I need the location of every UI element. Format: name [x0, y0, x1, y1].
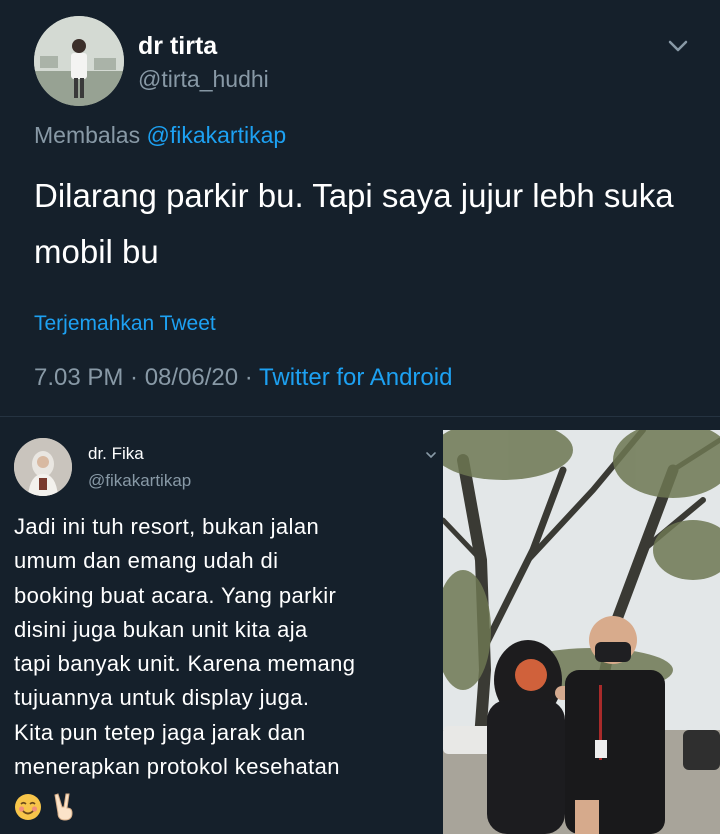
screenshot-collage: dr tirta @tirta_hudhi Membalas @fikakart… — [0, 0, 720, 834]
divider — [0, 416, 720, 417]
tweet-text-line: tapi banyak unit. Karena memang — [14, 651, 356, 677]
reply-prefix: Membalas — [34, 122, 147, 148]
author-handle[interactable]: @fikakartikap — [88, 471, 191, 491]
main-tweet[interactable]: dr tirta @tirta_hudhi Membalas @fikakart… — [0, 0, 720, 430]
tweet-text: Jadi ini tuh resort, bukan jalan umum da… — [14, 510, 440, 784]
chevron-down-icon[interactable] — [424, 450, 438, 460]
smiling-blush-emoji-icon — [15, 794, 41, 820]
tweet-text-line: umum dan emang udah di — [14, 548, 279, 574]
tweet-timestamp[interactable]: 7.03 PM · 08/06/20 · — [34, 364, 259, 391]
tweet-text-line: disini juga bukan unit kita aja — [14, 616, 308, 642]
emoji-row — [14, 792, 84, 824]
tweet-text-line: menerapkan protokol kesehatan — [14, 754, 340, 780]
photo-image — [443, 430, 720, 834]
tweet-meta: 7.03 PM · 08/06/20 · Twitter for Android — [34, 364, 452, 392]
victory-hand-emoji-icon — [54, 793, 73, 821]
translate-tweet-link[interactable]: Terjemahkan Tweet — [34, 312, 216, 336]
tweet-text-line: Jadi ini tuh resort, bukan jalan — [14, 514, 320, 539]
tweet-text-line: Kita pun tetep jaga jarak dan — [14, 719, 306, 745]
avatar-photo — [14, 438, 72, 496]
avatar[interactable] — [34, 16, 124, 106]
author-name[interactable]: dr. Fika — [88, 444, 144, 464]
reply-context: Membalas @fikakartikap — [34, 122, 286, 149]
avatar-photo — [34, 16, 124, 106]
tweet-text-line: booking buat acara. Yang parkir — [14, 582, 337, 608]
tweet-source-link[interactable]: Twitter for Android — [259, 364, 452, 391]
reply-mention-link[interactable]: @fikakartikap — [146, 122, 286, 148]
tweet-text: Dilarang parkir bu. Tapi saya jujur lebh… — [34, 177, 674, 270]
author-handle[interactable]: @tirta_hudhi — [138, 66, 269, 93]
avatar[interactable] — [14, 438, 72, 496]
chevron-down-icon[interactable] — [664, 36, 692, 56]
attached-photo[interactable] — [443, 430, 720, 834]
reply-tweet[interactable]: dr. Fika @fikakartikap Jadi ini tuh reso… — [0, 430, 440, 834]
tweet-text-line: tujuannya untuk display juga. — [14, 685, 310, 711]
author-name[interactable]: dr tirta — [138, 32, 217, 61]
